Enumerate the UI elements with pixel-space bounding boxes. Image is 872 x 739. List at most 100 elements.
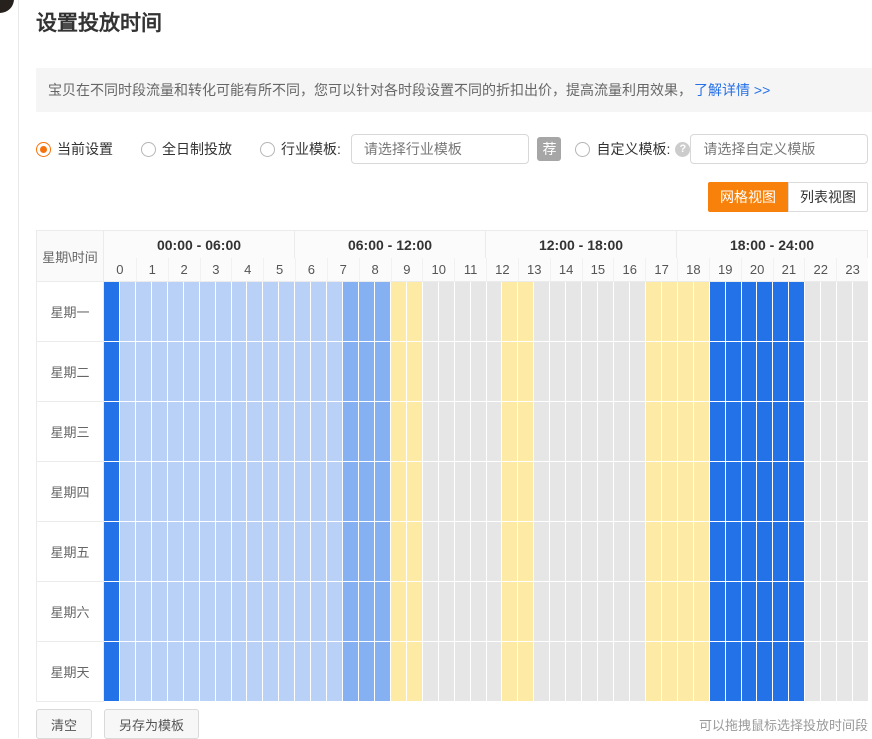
schedule-cell[interactable] xyxy=(789,462,804,521)
schedule-cell[interactable] xyxy=(375,282,390,341)
schedule-cell[interactable] xyxy=(104,642,119,701)
schedule-cell[interactable] xyxy=(646,282,661,341)
schedule-cell[interactable] xyxy=(726,582,741,641)
schedule-cell[interactable] xyxy=(263,642,278,701)
schedule-cell[interactable] xyxy=(327,462,342,521)
schedule-cell[interactable] xyxy=(455,582,470,641)
schedule-cell[interactable] xyxy=(789,522,804,581)
schedule-cell[interactable] xyxy=(805,462,820,521)
schedule-cell[interactable] xyxy=(534,642,549,701)
schedule-cell[interactable] xyxy=(439,642,454,701)
schedule-cell[interactable] xyxy=(295,522,310,581)
schedule-cell[interactable] xyxy=(773,582,788,641)
schedule-cell[interactable] xyxy=(343,402,358,461)
schedule-cell[interactable] xyxy=(710,582,725,641)
schedule-cell[interactable] xyxy=(104,282,119,341)
schedule-cell[interactable] xyxy=(614,522,629,581)
schedule-cell[interactable] xyxy=(375,342,390,401)
schedule-cell[interactable] xyxy=(598,462,613,521)
schedule-cell[interactable] xyxy=(327,402,342,461)
schedule-cell[interactable] xyxy=(327,342,342,401)
save-as-template-button[interactable]: 另存为模板 xyxy=(104,709,199,739)
schedule-cell[interactable] xyxy=(805,282,820,341)
schedule-cell[interactable] xyxy=(694,342,709,401)
schedule-cell[interactable] xyxy=(662,402,677,461)
schedule-cell[interactable] xyxy=(518,462,533,521)
schedule-cell[interactable] xyxy=(821,402,836,461)
schedule-cell[interactable] xyxy=(391,522,406,581)
schedule-cell[interactable] xyxy=(662,342,677,401)
schedule-cell[interactable] xyxy=(184,522,199,581)
schedule-cell[interactable] xyxy=(694,522,709,581)
industry-template-select[interactable]: 请选择行业模板 xyxy=(351,134,530,164)
schedule-cell[interactable] xyxy=(263,462,278,521)
schedule-cell[interactable] xyxy=(375,642,390,701)
schedule-cell[interactable] xyxy=(136,462,151,521)
schedule-cell[interactable] xyxy=(471,642,486,701)
schedule-cell[interactable] xyxy=(232,342,247,401)
schedule-cell[interactable] xyxy=(582,462,597,521)
schedule-cell[interactable] xyxy=(184,402,199,461)
schedule-cell[interactable] xyxy=(582,282,597,341)
schedule-cell[interactable] xyxy=(630,282,645,341)
schedule-cell[interactable] xyxy=(455,462,470,521)
custom-template-select[interactable]: 请选择自定义模版 xyxy=(690,134,868,164)
schedule-cell[interactable] xyxy=(614,642,629,701)
schedule-cell[interactable] xyxy=(455,402,470,461)
schedule-cell[interactable] xyxy=(550,522,565,581)
schedule-cell[interactable] xyxy=(805,522,820,581)
schedule-cell[interactable] xyxy=(853,462,868,521)
schedule-cell[interactable] xyxy=(104,402,119,461)
schedule-cell[interactable] xyxy=(279,522,294,581)
schedule-cell[interactable] xyxy=(168,402,183,461)
schedule-cell[interactable] xyxy=(168,462,183,521)
schedule-cell[interactable] xyxy=(471,402,486,461)
schedule-cell[interactable] xyxy=(200,642,215,701)
schedule-cell[interactable] xyxy=(726,402,741,461)
schedule-cell[interactable] xyxy=(646,342,661,401)
schedule-cell[interactable] xyxy=(773,462,788,521)
schedule-cell[interactable] xyxy=(598,582,613,641)
schedule-cell[interactable] xyxy=(247,522,262,581)
schedule-cell[interactable] xyxy=(168,342,183,401)
schedule-cell[interactable] xyxy=(502,402,517,461)
schedule-cell[interactable] xyxy=(726,642,741,701)
learn-more-link[interactable]: 了解详情 >> xyxy=(694,80,770,100)
schedule-cell[interactable] xyxy=(311,582,326,641)
schedule-cell[interactable] xyxy=(104,582,119,641)
schedule-cell[interactable] xyxy=(359,642,374,701)
schedule-cell[interactable] xyxy=(757,642,772,701)
schedule-cell[interactable] xyxy=(550,282,565,341)
schedule-cell[interactable] xyxy=(168,522,183,581)
schedule-cell[interactable] xyxy=(502,342,517,401)
schedule-cell[interactable] xyxy=(694,402,709,461)
schedule-cell[interactable] xyxy=(184,342,199,401)
schedule-cell[interactable] xyxy=(646,402,661,461)
schedule-cell[interactable] xyxy=(136,642,151,701)
schedule-cell[interactable] xyxy=(630,522,645,581)
schedule-cell[interactable] xyxy=(518,522,533,581)
schedule-cell[interactable] xyxy=(837,642,852,701)
schedule-cell[interactable] xyxy=(534,582,549,641)
schedule-cell[interactable] xyxy=(343,642,358,701)
schedule-cell[interactable] xyxy=(375,582,390,641)
schedule-cell[interactable] xyxy=(742,402,757,461)
schedule-cell[interactable] xyxy=(359,282,374,341)
schedule-cell[interactable] xyxy=(295,342,310,401)
schedule-cell[interactable] xyxy=(742,342,757,401)
schedule-cell[interactable] xyxy=(120,522,135,581)
schedule-cell[interactable] xyxy=(630,642,645,701)
schedule-cell[interactable] xyxy=(279,402,294,461)
clear-button[interactable]: 清空 xyxy=(36,709,92,739)
schedule-cell[interactable] xyxy=(471,462,486,521)
schedule-cell[interactable] xyxy=(359,402,374,461)
schedule-cell[interactable] xyxy=(247,342,262,401)
schedule-cell[interactable] xyxy=(853,402,868,461)
schedule-cell[interactable] xyxy=(646,582,661,641)
schedule-cell[interactable] xyxy=(120,342,135,401)
schedule-cell[interactable] xyxy=(168,642,183,701)
schedule-cell[interactable] xyxy=(407,582,422,641)
schedule-cell[interactable] xyxy=(678,462,693,521)
radio-custom-template[interactable]: 自定义模板: xyxy=(575,139,670,159)
schedule-cell[interactable] xyxy=(407,462,422,521)
